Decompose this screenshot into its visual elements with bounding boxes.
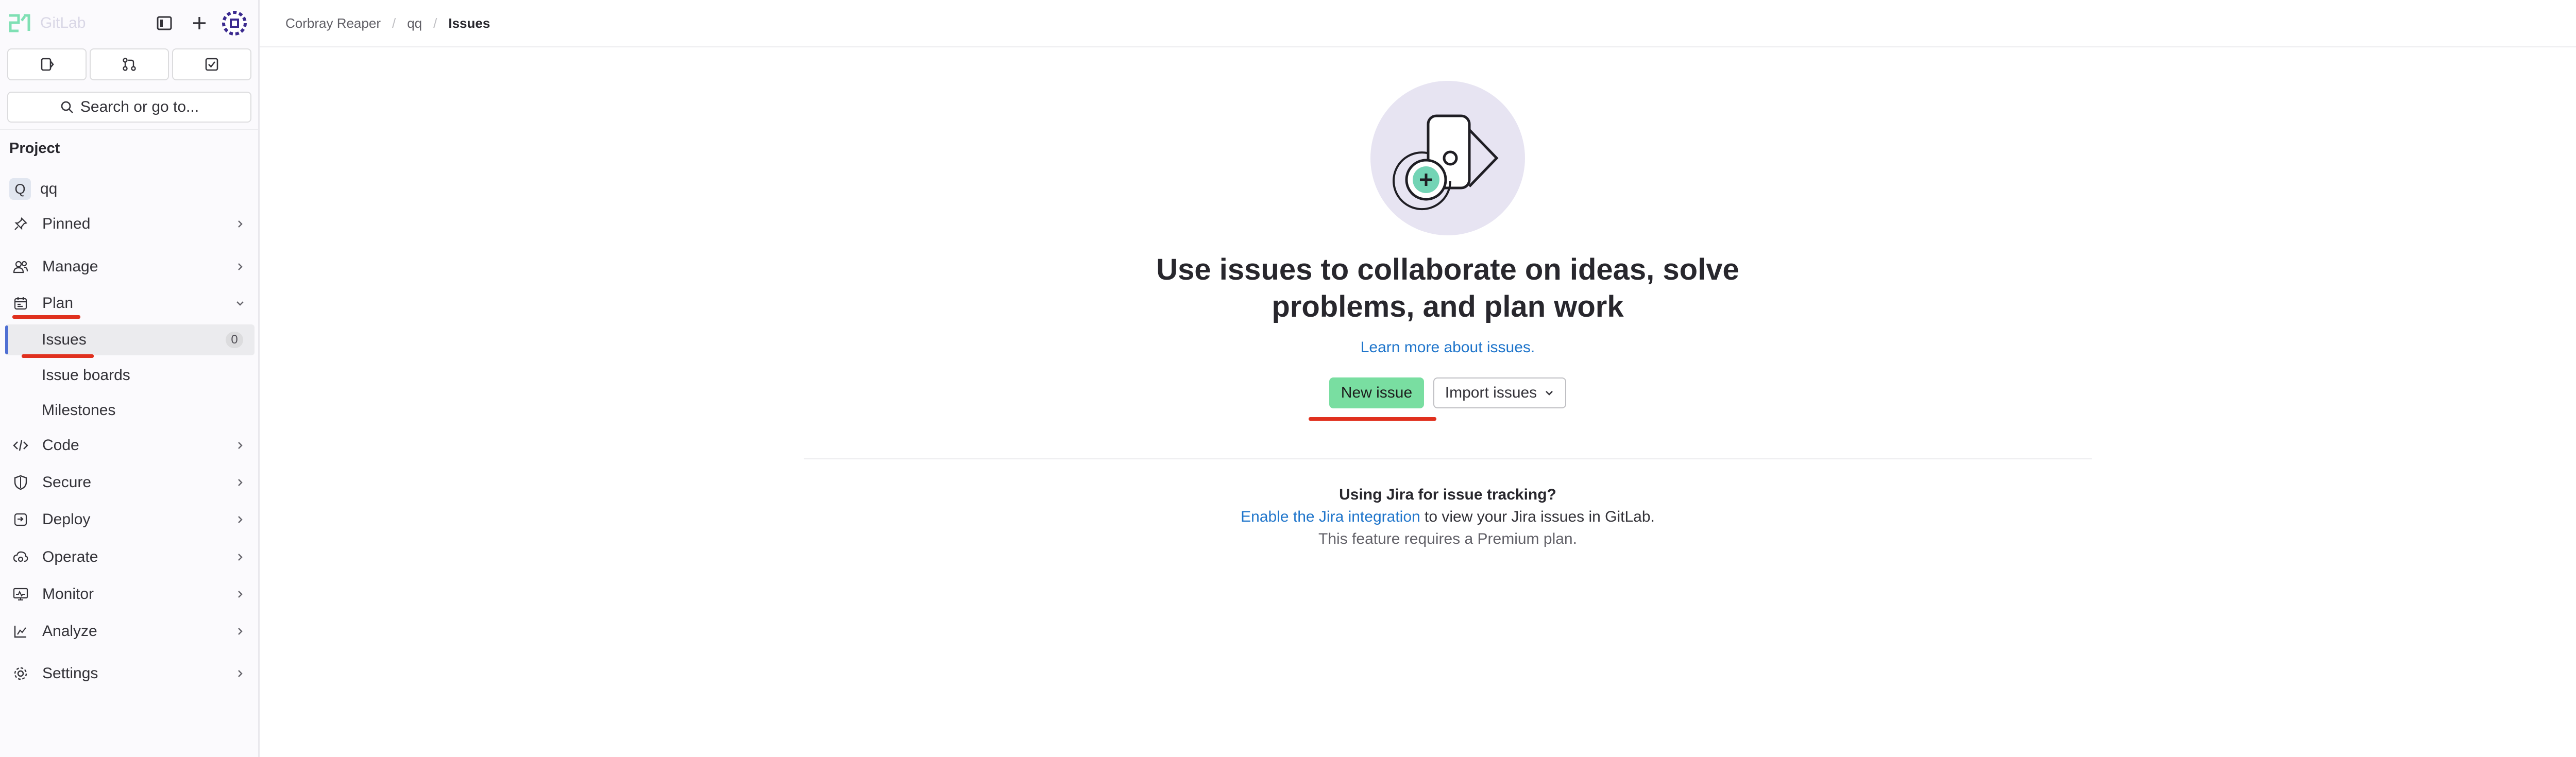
merge-request-icon [123,58,136,71]
sidebar-divider [0,129,258,130]
sidebar-item-issues[interactable]: Issues 0 [5,324,255,355]
shield-icon [12,474,29,491]
empty-state-illustration [1370,81,1525,235]
search-label: Search or go to... [80,98,199,115]
sidebar: GitLab Search or go to... Project Q qq P… [0,0,260,757]
sidebar-item-label: Settings [42,665,98,682]
chevron-down-icon [236,301,244,306]
annotation-underline-new-issue [1309,417,1436,421]
sidebar-item-pinned[interactable]: Pinned [7,209,255,239]
sidebar-item-analyze[interactable]: Analyze [7,616,255,647]
breadcrumb-item-current[interactable]: Issues [448,15,490,31]
gitlab-logo-icon[interactable] [8,13,35,33]
sidebar-item-deploy[interactable]: Deploy [7,504,255,535]
search-button[interactable]: Search or go to... [7,92,251,123]
sidebar-item-label: Analyze [42,623,97,640]
quick-actions [7,48,251,80]
new-issue-label: New issue [1341,384,1413,401]
breadcrumb: Corbray Reaper / qq / Issues [285,15,490,31]
sidebar-item-label: Issues [42,331,87,348]
premium-note: This feature requires a Premium plan. [1318,530,1577,547]
sidebar-item-settings[interactable]: Settings [7,658,255,689]
assigned-issues-button[interactable] [7,48,87,80]
logo-text: GitLab [40,14,86,31]
cloud-gear-icon [12,549,29,565]
breadcrumb-separator: / [433,15,437,31]
chart-icon [12,623,29,640]
sidebar-item-code[interactable]: Code [7,430,255,461]
planning-icon [12,295,29,312]
breadcrumb-bar: Corbray Reaper / qq / Issues [260,0,2576,47]
sidebar-item-label: Monitor [42,586,94,603]
breadcrumb-item-group[interactable]: Corbray Reaper [285,15,381,31]
todo-list-button[interactable] [172,48,251,80]
chevron-right-icon [238,670,243,677]
sidebar-item-plan[interactable]: Plan [7,288,255,319]
code-icon [12,437,29,454]
new-issue-button[interactable]: New issue [1329,377,1424,408]
jira-heading: Using Jira for issue tracking? [1339,486,1556,503]
chevron-right-icon [238,554,243,561]
chevron-right-icon [238,591,243,598]
empty-state-title: Use issues to collaborate on ideas, solv… [1139,251,1757,325]
sidebar-item-label: Manage [42,258,98,275]
monitor-icon [12,586,29,603]
chevron-right-icon [238,220,243,228]
sidebar-item-label: Issue boards [42,367,130,384]
breadcrumb-separator: / [392,15,396,31]
sidebar-item-issue-boards[interactable]: Issue boards [5,360,255,391]
annotation-underline-issues [22,354,94,358]
issues-icon [41,58,54,71]
sidebar-item-manage[interactable]: Manage [7,251,255,282]
empty-state-title-line2: problems, and plan work [1272,290,1624,323]
annotation-underline-plan [12,315,80,319]
users-icon [12,259,29,275]
merge-requests-button[interactable] [90,48,169,80]
jira-description: Enable the Jira integration to view your… [1139,508,1757,526]
issues-count-badge: 0 [226,332,243,348]
sidebar-item-label: Deploy [42,511,91,528]
chevron-right-icon [238,263,243,270]
chevron-down-icon [1546,391,1553,395]
sidebar-item-operate[interactable]: Operate [7,542,255,573]
gear-icon [12,665,29,682]
sidebar-item-secure[interactable]: Secure [7,467,255,498]
breadcrumb-item-project[interactable]: qq [407,15,422,31]
sidebar-item-milestones[interactable]: Milestones [5,395,255,426]
pin-icon [12,216,29,232]
sidebar-item-label: Operate [42,548,98,565]
empty-state-title-line1: Use issues to collaborate on ideas, solv… [1156,253,1739,286]
sidebar-item-label: Plan [42,295,74,312]
sidebar-item-label: Pinned [42,215,91,232]
chevron-right-icon [238,479,243,486]
chevron-right-icon [238,442,243,449]
sidebar-item-label: Code [42,437,79,454]
sidebar-item-label: Secure [42,474,92,491]
jira-description-text: to view your Jira issues in GitLab. [1420,508,1655,525]
sidebar-top-bar: GitLab [0,0,260,46]
chevron-right-icon [238,516,243,523]
project-name: qq [40,180,58,197]
learn-more-link[interactable]: Learn more about issues. [1139,339,1757,356]
sidebar-item-monitor[interactable]: Monitor [7,579,255,610]
search-icon [61,101,73,113]
user-avatar[interactable] [222,10,247,36]
chevron-right-icon [238,628,243,635]
section-divider [804,458,2092,459]
project-link[interactable]: Q qq [9,178,57,200]
plus-icon[interactable] [188,11,211,35]
sidebar-item-label: Milestones [42,402,116,419]
import-issues-dropdown[interactable]: Import issues [1433,377,1566,408]
deployments-icon [12,511,29,528]
jira-integration-link[interactable]: Enable the Jira integration [1241,508,1420,525]
sidebar-toggle-icon[interactable] [152,11,176,35]
section-title: Project [9,140,60,157]
import-issues-label: Import issues [1445,384,1537,401]
project-avatar: Q [9,178,31,200]
todo-icon [205,58,218,71]
